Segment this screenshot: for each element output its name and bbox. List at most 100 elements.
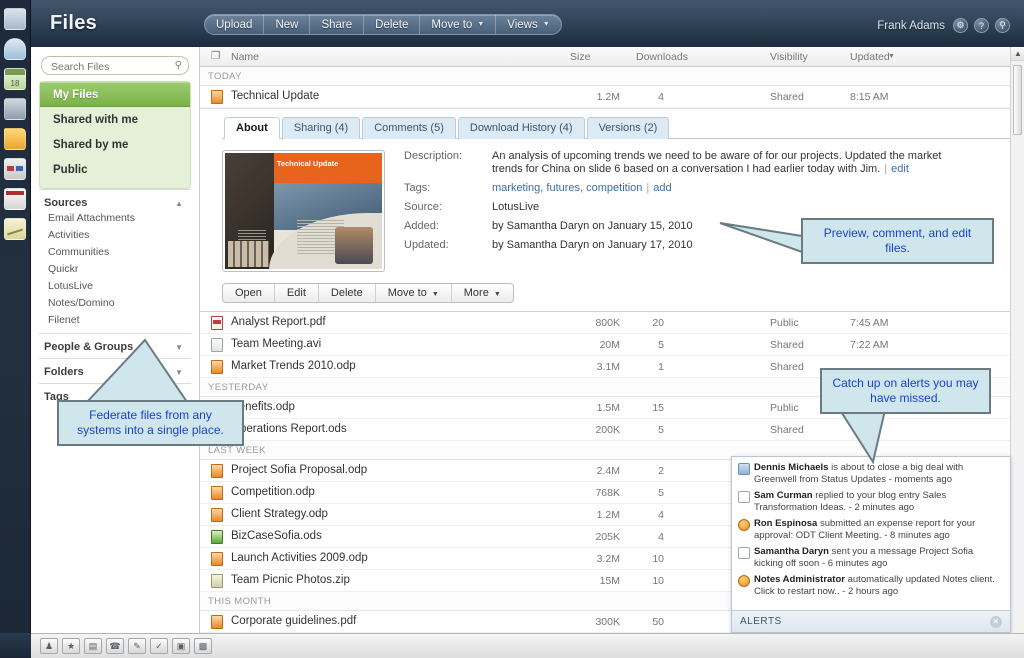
tab-comments[interactable]: Comments (5) [362, 117, 456, 139]
file-name: Team Picnic Photos.zip [231, 574, 350, 586]
action-delete-button[interactable]: Delete [319, 284, 376, 302]
sidebar-source-quickr[interactable]: Quickr [44, 260, 191, 277]
column-name[interactable]: Name [231, 51, 259, 63]
file-thumbnail[interactable]: Technical Update [222, 150, 385, 272]
files-nav: My Files Shared with me Shared by me Public [39, 81, 191, 189]
section-label: Sources [44, 197, 88, 209]
section-toggle-icon[interactable]: ▲ [175, 199, 183, 208]
column-updated[interactable]: Updated [850, 51, 890, 63]
sidebar-source-email-attachments[interactable]: Email Attachments [44, 209, 191, 226]
column-size[interactable]: Size [570, 51, 590, 63]
person-icon[interactable]: ♟ [40, 638, 58, 654]
search-icon[interactable]: ⚲ [995, 18, 1010, 33]
toolbar-button-label: Share [321, 18, 353, 31]
sidebar-source-communities[interactable]: Communities [44, 243, 191, 260]
star-icon[interactable]: ★ [62, 638, 80, 654]
alert-source-icon [738, 519, 750, 531]
toolbar-button-upload[interactable]: Upload [205, 15, 265, 34]
toolbar-button-label: Upload [216, 18, 253, 31]
scroll-up-arrow-icon[interactable]: ▲ [1011, 47, 1024, 61]
search-box[interactable]: ⚲ [41, 56, 189, 76]
check-icon[interactable]: ✓ [150, 638, 168, 654]
gear-icon[interactable]: ⚙ [953, 18, 968, 33]
action-more-button[interactable]: More ▼ [452, 284, 513, 302]
file-downloads: 20 [652, 317, 664, 329]
file-name: Project Sofia Proposal.odp [231, 464, 368, 476]
sidebar-source-notes-domino[interactable]: Notes/Domino [44, 294, 191, 311]
sort-caret-icon[interactable]: ▼ [888, 53, 895, 60]
action-edit-button[interactable]: Edit [275, 284, 319, 302]
file-downloads: 4 [658, 91, 664, 103]
table-row[interactable]: Team Meeting.avi 20M 5 Shared 7:22 AM [200, 334, 1024, 356]
file-size: 3.1M [596, 361, 620, 373]
toolbar-button-new[interactable]: New [264, 15, 311, 34]
sidebar-source-lotuslive[interactable]: LotusLive [44, 277, 191, 294]
save-icon[interactable]: ▩ [194, 638, 212, 654]
dashboard-icon[interactable] [4, 158, 26, 180]
alert-actor[interactable]: Sam Curman [754, 490, 813, 501]
tab-about[interactable]: About [224, 117, 280, 139]
chevron-down-icon: ▼ [477, 21, 485, 28]
list-item[interactable]: Ron Espinosa submitted an expense report… [738, 518, 1004, 542]
calendar-icon[interactable] [4, 68, 26, 90]
file-name: Client Strategy.odp [231, 508, 328, 520]
tab-download-history[interactable]: Download History (4) [457, 117, 585, 139]
edit-icon[interactable]: ✎ [128, 638, 146, 654]
list-item[interactable]: Sam Curman replied to your blog entry Sa… [738, 490, 1004, 514]
list-item[interactable]: Dennis Michaels is about to close a big … [738, 462, 1004, 486]
file-visibility: Shared [770, 91, 804, 103]
section-header[interactable]: Sources ▲ [44, 197, 191, 209]
sidebar-source-filenet[interactable]: Filenet [44, 311, 191, 328]
file-size: 205K [595, 531, 620, 543]
alert-actor[interactable]: Notes Administrator [754, 574, 845, 585]
alert-actor[interactable]: Dennis Michaels [754, 462, 828, 473]
toolbar-button-views[interactable]: Views ▼ [496, 15, 560, 34]
files-folder-icon[interactable] [4, 128, 26, 150]
sidebar-source-activities[interactable]: Activities [44, 226, 191, 243]
action-label: Edit [286, 287, 306, 299]
alert-text: Samantha Daryn sent you a message Projec… [754, 546, 1004, 570]
column-visibility[interactable]: Visibility [770, 51, 808, 63]
table-row[interactable]: Analyst Report.pdf 800K 20 Public 7:45 AM [200, 312, 1024, 334]
sidebar-item-public[interactable]: Public [40, 157, 190, 182]
edit-description-link[interactable]: edit [891, 163, 909, 175]
chart-icon[interactable] [4, 218, 26, 240]
app-header: Files Upload New Share Delete Move to ▼ Views ▼… [31, 0, 1024, 47]
contact-card-icon[interactable] [4, 188, 26, 210]
sidebar-item-shared-by-me[interactable]: Shared by me [40, 132, 190, 157]
vertical-scrollbar[interactable]: ▲ [1010, 47, 1024, 633]
action-open-button[interactable]: Open [223, 284, 275, 302]
action-label: Open [235, 287, 262, 299]
toolbar-button-share[interactable]: Share [310, 15, 365, 34]
sidebar-item-my-files[interactable]: My Files [40, 82, 190, 107]
sidebar-item-shared-with-me[interactable]: Shared with me [40, 107, 190, 132]
list-item[interactable]: Samantha Daryn sent you a message Projec… [738, 546, 1004, 570]
column-downloads[interactable]: Downloads [636, 51, 688, 63]
user-name: Frank Adams [877, 19, 945, 32]
file-type-icon [211, 615, 223, 629]
help-icon[interactable]: ? [974, 18, 989, 33]
list-item[interactable]: Notes Administrator automatically update… [738, 574, 1004, 598]
toolbar-button-delete[interactable]: Delete [364, 15, 421, 34]
close-icon[interactable]: ✕ [990, 615, 1002, 628]
mail-icon[interactable] [4, 38, 26, 60]
toolbar-button-move-to[interactable]: Move to ▼ [420, 15, 497, 34]
home-icon[interactable] [4, 8, 26, 30]
tags-text[interactable]: marketing, futures, competition [492, 182, 642, 194]
file-visibility: Public [770, 317, 799, 329]
alert-actor[interactable]: Ron Espinosa [754, 518, 817, 529]
action-move-to-button[interactable]: Move to ▼ [376, 284, 452, 302]
search-input[interactable] [42, 58, 188, 76]
tab-sharing[interactable]: Sharing (4) [281, 117, 361, 139]
calendar-icon[interactable]: ▤ [84, 638, 102, 654]
alert-actor[interactable]: Samantha Daryn [754, 546, 829, 557]
phone-icon[interactable]: ☎ [106, 638, 124, 654]
search-icon[interactable]: ⚲ [175, 60, 182, 71]
contacts-icon[interactable] [4, 98, 26, 120]
preview-callout-pointer [719, 222, 803, 254]
add-tag-link[interactable]: add [653, 182, 671, 194]
tab-versions[interactable]: Versions (2) [586, 117, 670, 139]
table-row[interactable]: Technical Update 1.2M 4 Shared 8:15 AM [200, 86, 1024, 108]
scrollbar-thumb[interactable] [1013, 65, 1022, 135]
chat-icon[interactable]: ▣ [172, 638, 190, 654]
